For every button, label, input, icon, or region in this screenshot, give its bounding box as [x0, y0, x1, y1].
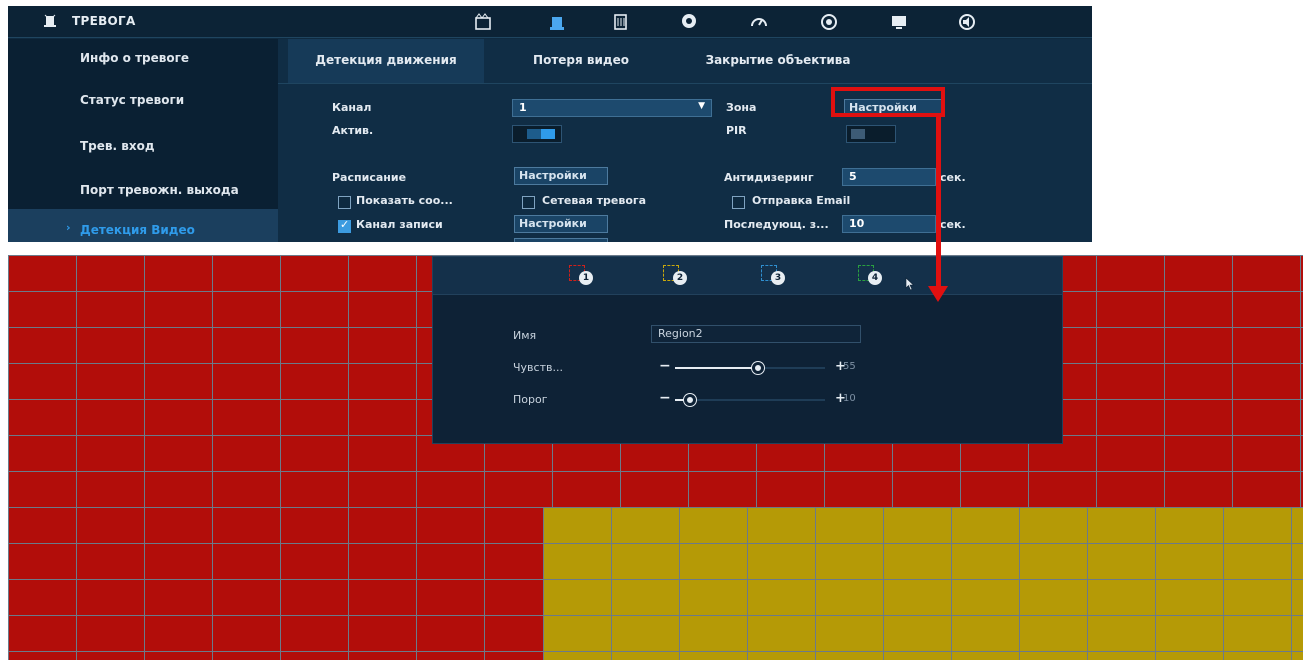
region-number: 2: [673, 271, 687, 285]
partial-settings-button[interactable]: [514, 238, 608, 242]
post-record-input[interactable]: 10: [842, 215, 936, 233]
tab-video-loss[interactable]: Потеря видео: [484, 39, 678, 83]
sidebar-item-alarm-info[interactable]: Инфо о тревоге: [8, 39, 278, 79]
pir-label: PIR: [726, 124, 747, 137]
decrease-icon[interactable]: −: [659, 390, 671, 406]
post-record-label: Последующ. з...: [724, 218, 829, 231]
email-checkbox[interactable]: [732, 196, 745, 209]
post-record-unit: сек.: [940, 218, 966, 231]
alarm-icon[interactable]: [548, 13, 566, 31]
highlight-box: [831, 87, 945, 117]
arrow-down-icon: [928, 286, 948, 302]
net-alarm-label: Сетевая тревога: [542, 194, 647, 207]
record-channel-settings-button[interactable]: Настройки: [514, 215, 608, 233]
storage-icon[interactable]: [612, 13, 630, 31]
region-2-button[interactable]: 2: [663, 265, 693, 287]
sidebar: Инфо о тревоге Статус тревоги Трев. вход…: [8, 39, 278, 242]
title-bar: ТРЕВОГА: [8, 6, 1092, 38]
threshold-slider[interactable]: − +: [659, 390, 855, 407]
toggle-knob: [541, 129, 555, 139]
threshold-label: Порог: [513, 393, 548, 406]
record-channel-label: Канал записи: [356, 218, 443, 231]
pir-toggle[interactable]: [846, 125, 896, 143]
channel-value: 1: [519, 101, 527, 114]
email-label: Отправка Email: [752, 194, 851, 207]
antidither-label: Антидизеринг: [724, 171, 814, 184]
tab-divider: [278, 83, 1092, 84]
alarm-settings-window: ТРЕВОГА Инфо о тревоге Статус тревоги Тр…: [8, 6, 1092, 242]
mouse-cursor-icon: [905, 277, 915, 291]
region-name-input[interactable]: Region2: [651, 325, 861, 343]
chevron-right-icon: ›: [66, 221, 71, 234]
active-label: Актив.: [332, 124, 374, 137]
region-4-button[interactable]: 4: [858, 265, 888, 287]
arrow-line: [936, 117, 941, 289]
sidebar-item-label: Трев. вход: [80, 139, 155, 153]
sensitivity-label: Чувств...: [513, 361, 563, 374]
show-message-checkbox[interactable]: [338, 196, 351, 209]
channel-select[interactable]: 1 ▼: [512, 99, 712, 117]
sidebar-item-label: Порт тревожн. выхода: [80, 183, 239, 197]
sidebar-item-label: Инфо о тревоге: [80, 51, 190, 65]
slider-thumb[interactable]: [751, 362, 764, 374]
brain-icon[interactable]: [680, 13, 698, 31]
show-message-label: Показать соо...: [356, 194, 453, 207]
tab-label: Детекция движения: [315, 53, 457, 67]
tab-lens-cover[interactable]: Закрытие объектива: [678, 39, 878, 83]
tab-label: Закрытие объектива: [705, 53, 851, 67]
zone-label: Зона: [726, 101, 757, 114]
slider-thumb[interactable]: [684, 394, 696, 406]
antidither-unit: сек.: [940, 171, 966, 184]
sensitivity-value: 55: [843, 361, 856, 372]
window-title: ТРЕВОГА: [72, 14, 136, 28]
sidebar-item-label: Статус тревоги: [80, 93, 185, 107]
sidebar-item-label: Детекция Видео: [80, 223, 195, 237]
channel-label: Канал: [332, 101, 372, 114]
sidebar-item-video-detection[interactable]: › Детекция Видео: [8, 209, 278, 242]
threshold-value: 10: [843, 393, 856, 404]
region-number: 1: [579, 271, 593, 285]
sensitivity-slider[interactable]: − +: [659, 358, 855, 375]
region-number: 4: [868, 271, 882, 285]
region-tabs: 1 2 3 4: [433, 257, 1062, 295]
antidither-input[interactable]: 5: [842, 168, 936, 186]
gauge-icon[interactable]: [750, 13, 768, 31]
tab-label: Потеря видео: [533, 53, 629, 67]
record-channel-checkbox[interactable]: [338, 218, 351, 233]
sidebar-item-alarm-output[interactable]: Порт тревожн. выхода: [8, 165, 278, 205]
active-toggle[interactable]: [512, 125, 562, 143]
decrease-icon[interactable]: −: [659, 358, 671, 374]
chevron-down-icon: ▼: [698, 101, 705, 111]
tab-motion-detection[interactable]: Детекция движения: [288, 39, 484, 83]
monitor-icon[interactable]: [890, 13, 908, 31]
toggle-knob: [851, 129, 865, 139]
sidebar-item-alarm-input[interactable]: Трев. вход: [8, 123, 278, 163]
net-alarm-checkbox[interactable]: [522, 196, 535, 209]
sidebar-item-alarm-status[interactable]: Статус тревоги: [8, 81, 278, 121]
main-content: Детекция движения Потеря видео Закрытие …: [278, 39, 1092, 242]
region-settings-panel: 1 2 3 4 Имя Region2 Чувств... − + 55 Пор…: [432, 256, 1063, 444]
region-number: 3: [771, 271, 785, 285]
region-3-button[interactable]: 3: [761, 265, 791, 287]
region2-zone[interactable]: [543, 507, 1303, 660]
schedule-settings-button[interactable]: Настройки: [514, 167, 608, 185]
region-1-button[interactable]: 1: [569, 265, 599, 287]
clapperboard-icon[interactable]: [474, 13, 492, 31]
slider-fill: [675, 367, 758, 369]
name-label: Имя: [513, 329, 537, 342]
disc-icon[interactable]: [820, 13, 838, 31]
alarm-icon: [44, 14, 56, 27]
slider-track: [675, 399, 825, 401]
speaker-icon[interactable]: [958, 13, 976, 31]
schedule-label: Расписание: [332, 171, 407, 184]
